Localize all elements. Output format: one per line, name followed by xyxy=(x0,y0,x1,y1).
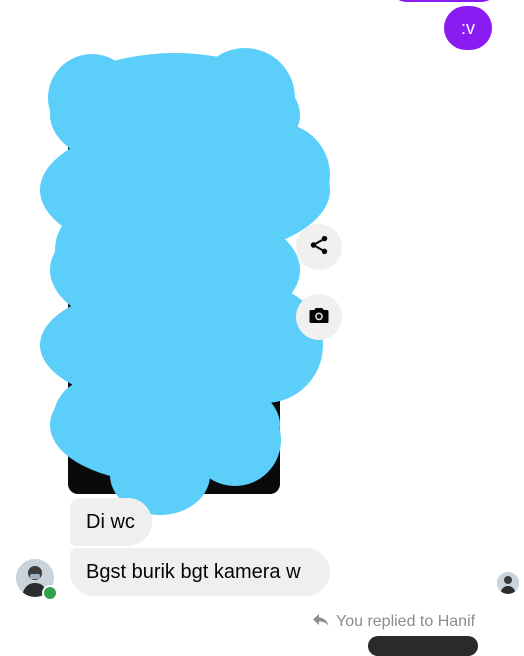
reply-note-text: You replied to Hanif xyxy=(336,613,476,630)
share-button[interactable] xyxy=(296,224,342,270)
online-status-dot xyxy=(42,585,58,601)
incoming-message-text: Di wc xyxy=(86,510,135,533)
incoming-message-text: Bgst burik bgt kamera w xyxy=(86,560,301,583)
outgoing-message-text: :v xyxy=(460,17,475,38)
camera-button[interactable] xyxy=(296,294,342,340)
reply-context-note: You replied to Hanif xyxy=(312,611,475,633)
incoming-message-bubble[interactable]: Bgst burik bgt kamera w xyxy=(70,548,330,596)
replied-message-bubble[interactable] xyxy=(368,636,478,656)
previous-outgoing-bubble[interactable] xyxy=(392,0,496,2)
seen-receipt-avatar xyxy=(497,572,519,594)
reply-arrow-icon xyxy=(312,613,330,632)
outgoing-message-bubble[interactable]: :v xyxy=(444,6,492,50)
image-message[interactable] xyxy=(68,68,280,494)
share-icon xyxy=(308,234,330,261)
camera-icon xyxy=(307,303,331,332)
incoming-message-bubble[interactable]: Di wc xyxy=(70,498,152,546)
